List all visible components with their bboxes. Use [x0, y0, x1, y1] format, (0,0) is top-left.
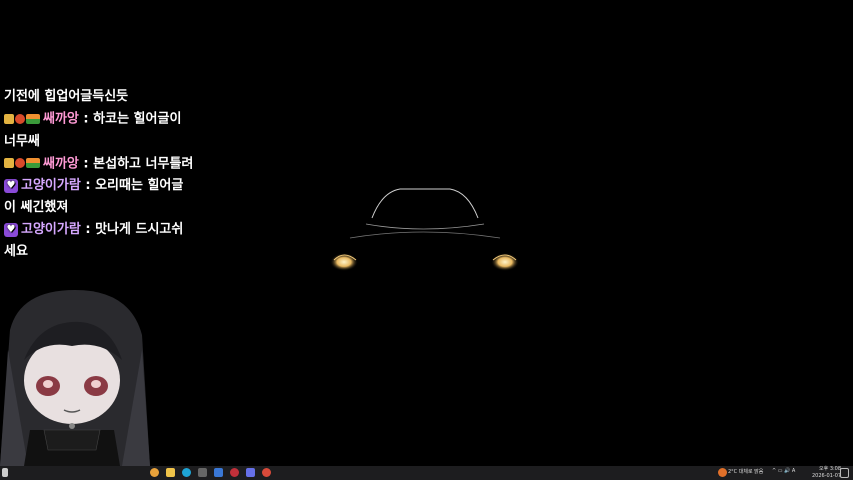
chat-nickname: 쌔까앙: [43, 111, 79, 127]
gift-badge-icon: [26, 113, 40, 124]
chat-message: 쌔까앙 : 본섭하고 너무틀려: [4, 153, 194, 176]
left-headlight: [330, 253, 358, 271]
weather-icon[interactable]: [718, 468, 727, 477]
chat-nickname: 고양이가람: [21, 222, 81, 237]
chat-nickname: 쌔까앙: [43, 156, 79, 171]
badge-group: [4, 108, 41, 130]
notification-icon[interactable]: [840, 468, 849, 478]
chat-message: 쌔까앙 : 하코는 힐어글이 너무쌔: [4, 108, 194, 153]
right-headlight: [491, 253, 519, 271]
taskbar: 2°C 대체로 맑음 ^ ▭ 🔊 A 오후 3:08 2026-01-07: [0, 466, 853, 480]
chat-message: ♥ 고양이가람 : 맛나게 드시고쉬세요: [4, 219, 194, 263]
chat-overlay: 기전에 힙업어글득신듯 쌔까앙 : 하코는 힐어글이 너무쌔 쌔까앙 : 본섭하…: [4, 86, 194, 263]
app-icon[interactable]: [214, 468, 223, 477]
gold-badge-icon: [4, 158, 14, 168]
heart-badge-icon: ♥: [4, 178, 18, 193]
chat-nickname: 고양이가람: [21, 178, 81, 193]
vtuber-avatar: [0, 290, 150, 466]
fire-badge-icon: [15, 158, 25, 168]
car-silhouette: [330, 188, 519, 271]
heart-badge-icon: ♥: [4, 222, 18, 237]
chat-text: 본섭하고 너무틀려: [93, 156, 194, 171]
weather-text[interactable]: 2°C 대체로 맑음: [728, 469, 763, 476]
chrome-icon[interactable]: [150, 468, 159, 477]
discord-icon[interactable]: [246, 468, 255, 477]
chat-separator: :: [78, 111, 94, 127]
start-icon[interactable]: [2, 468, 8, 477]
edge-icon[interactable]: [182, 468, 191, 477]
folder-icon[interactable]: [166, 468, 175, 477]
fire-badge-icon: [15, 113, 25, 124]
chat-text: 기전에 힙업어글득신듯: [4, 89, 129, 104]
chat-separator: :: [80, 222, 96, 237]
gift-badge-icon: [26, 158, 40, 168]
chat-separator: :: [78, 156, 94, 171]
record-icon[interactable]: [230, 468, 239, 477]
chat-message: ♥ 고양이가람 : 오리때는 힐어글이 쎄긴했져: [4, 175, 194, 219]
chat-separator: :: [80, 178, 96, 193]
clock-date: 2026-01-07: [812, 473, 842, 479]
gold-badge-icon: [4, 113, 14, 124]
clock[interactable]: 오후 3:08 2026-01-07: [812, 466, 841, 480]
badge-group: [4, 153, 41, 175]
chat-message: 기전에 힙업어글득신듯: [4, 86, 194, 108]
media-icon[interactable]: [262, 468, 271, 477]
pen-icon[interactable]: [198, 468, 207, 477]
tray-chevron-icon[interactable]: ^ ▭ 🔊 A: [772, 468, 795, 475]
clock-time: 오후 3:08: [819, 466, 842, 472]
